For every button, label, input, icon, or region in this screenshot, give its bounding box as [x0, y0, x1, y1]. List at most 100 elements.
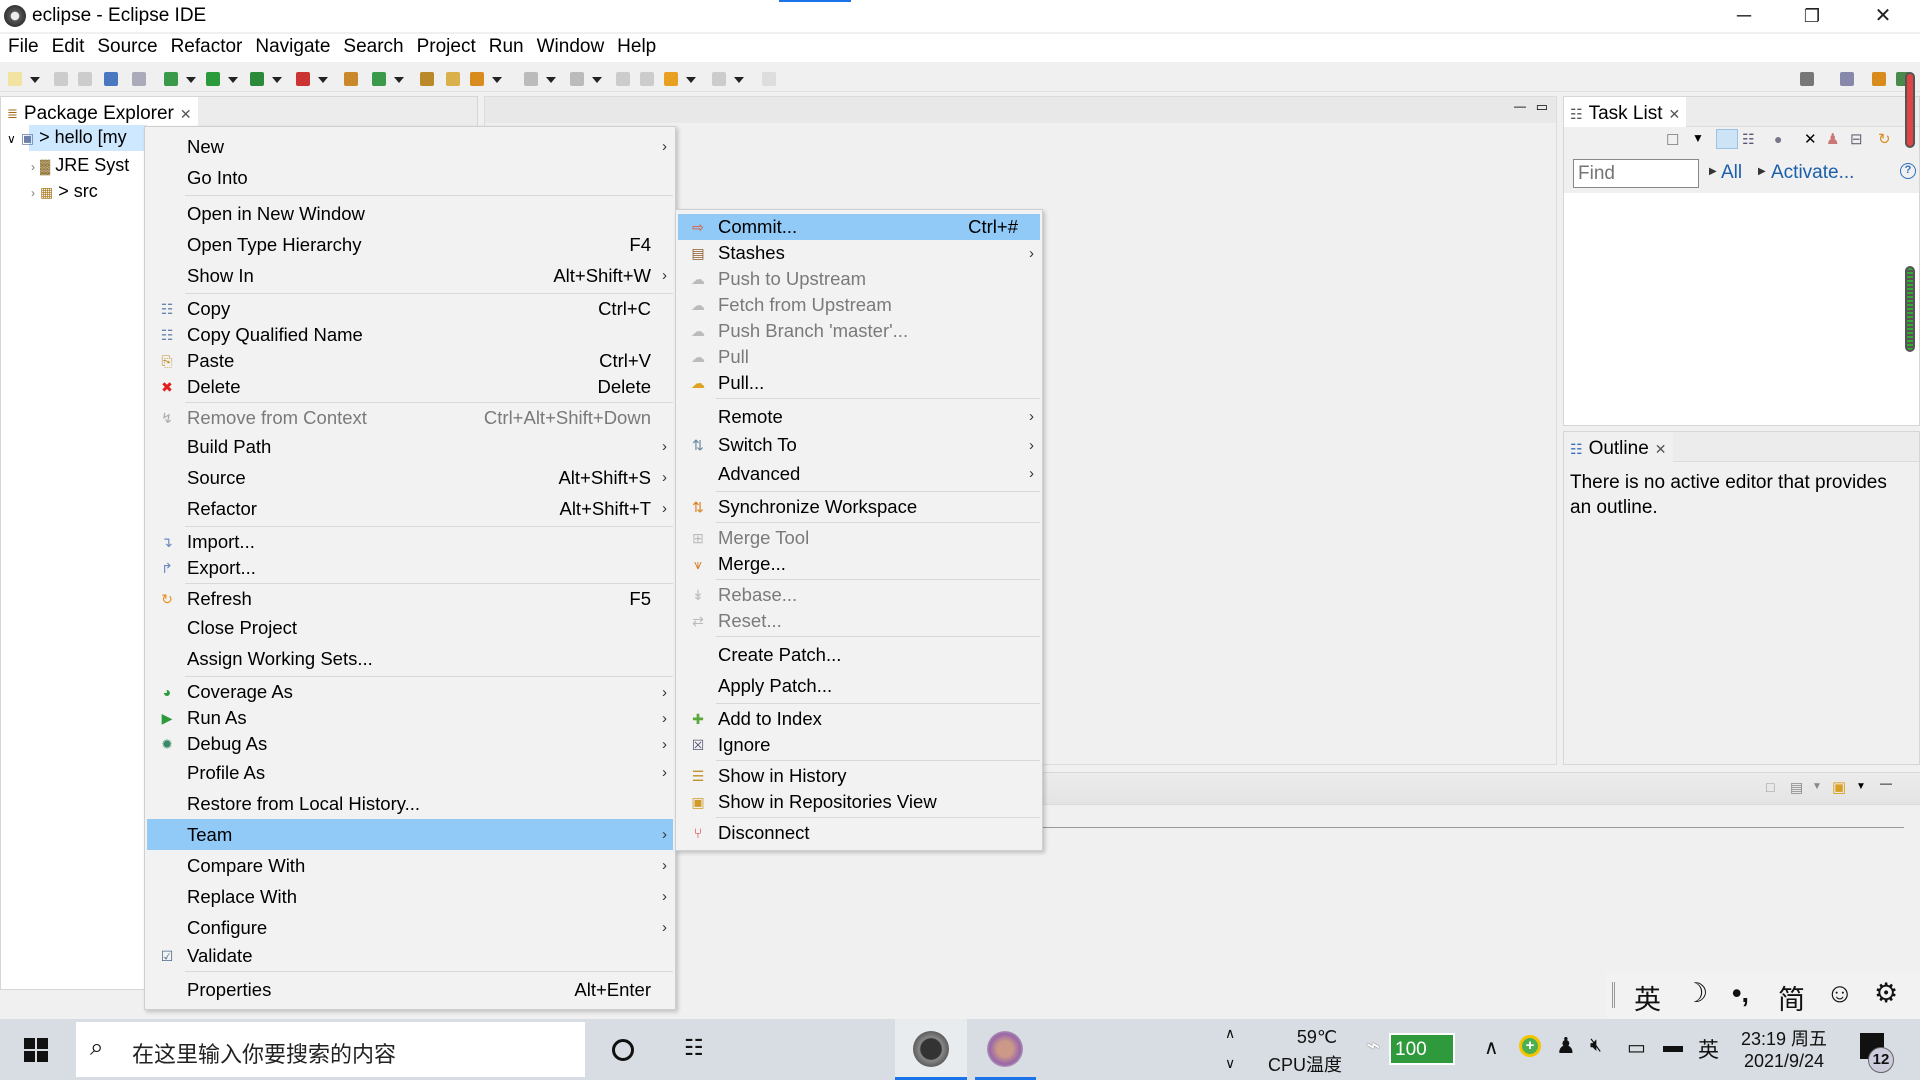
security-app-icon[interactable]: +	[1519, 1035, 1541, 1057]
team-menu-item-show-in-history[interactable]: ☰ Show in History	[678, 763, 1040, 789]
open-resource-icon[interactable]	[446, 72, 460, 86]
menu-window[interactable]: Window	[535, 34, 612, 62]
dropdown-arrow-icon[interactable]	[186, 77, 196, 83]
ime-simplified-toggle[interactable]: 简	[1778, 978, 1805, 1017]
team-menu-item-show-in-repositories-view[interactable]: ▣ Show in Repositories View	[678, 789, 1040, 815]
dropdown-arrow-icon[interactable]	[30, 77, 40, 83]
taskbar-app-browser[interactable]	[975, 1019, 1036, 1080]
menu-source[interactable]: Source	[95, 34, 164, 62]
team-menu-item-commit[interactable]: ⇨ Commit... Ctrl+#	[678, 214, 1040, 240]
hide-completed-icon[interactable]: ✕	[1804, 130, 1817, 148]
java-ee-perspective-icon[interactable]	[1872, 72, 1886, 86]
next-annotation-icon[interactable]	[524, 72, 538, 86]
cortana-button[interactable]	[612, 1039, 634, 1061]
focus-icon[interactable]: ●	[1774, 131, 1782, 147]
ime-drag-handle[interactable]	[1612, 982, 1615, 1008]
open-perspective-icon[interactable]	[1840, 72, 1854, 86]
terminal-icon[interactable]	[104, 72, 118, 86]
activate-link[interactable]: Activate...	[1771, 162, 1854, 184]
task-view-button[interactable]: ☷	[684, 1035, 704, 1061]
search-tb-icon[interactable]	[470, 72, 484, 86]
maximize-icon[interactable]: ▭	[1536, 99, 1548, 115]
menu-help[interactable]: Help	[615, 34, 663, 62]
save-all-icon[interactable]	[78, 72, 92, 86]
display-icon[interactable]: ▤	[1790, 779, 1803, 796]
sync-icon[interactable]: ↻	[1878, 130, 1891, 148]
dropdown-arrow-icon[interactable]	[546, 77, 556, 83]
context-menu-item-copy[interactable]: ☷ Copy Ctrl+C	[147, 296, 673, 322]
ime-punctuation-toggle[interactable]: •,	[1732, 978, 1749, 1009]
menu-navigate[interactable]: Navigate	[253, 34, 337, 62]
skip-breakpoints-icon[interactable]	[132, 72, 146, 86]
team-menu-item-pull[interactable]: ☁ Pull	[678, 344, 1040, 370]
menu-file[interactable]: File	[6, 34, 46, 62]
menu-edit[interactable]: Edit	[50, 34, 92, 62]
close-tab-icon[interactable]: ✕	[1668, 106, 1680, 123]
clock-time[interactable]: 23:19 周五	[1736, 1025, 1832, 1051]
context-menu-item-import[interactable]: ↴ Import...	[147, 529, 673, 555]
minimize-icon[interactable]: —	[1880, 776, 1892, 790]
run-icon[interactable]	[206, 72, 220, 86]
team-menu-item-pull[interactable]: ☁ Pull...	[678, 370, 1040, 396]
tree-item-src[interactable]: › ▦ > src	[31, 181, 98, 202]
context-menu-item-build-path[interactable]: Build Path ›	[147, 431, 673, 462]
team-menu-item-create-patch[interactable]: Create Patch...	[678, 639, 1040, 670]
context-menu-item-open-in-new-window[interactable]: Open in New Window	[147, 198, 673, 229]
dropdown-arrow-icon[interactable]	[318, 77, 328, 83]
qq-icon[interactable]: ♟	[1556, 1033, 1576, 1059]
search-icon[interactable]	[1800, 72, 1814, 86]
menu-run[interactable]: Run	[487, 34, 531, 62]
volume-muted-icon[interactable]: 🔇︎	[1590, 1035, 1602, 1057]
menu-search[interactable]: Search	[341, 34, 410, 62]
tab-package-explorer[interactable]: ≣ Package Explorer ✕	[1, 97, 198, 127]
context-menu-item-properties[interactable]: Properties Alt+Enter	[147, 974, 673, 1005]
context-menu-item-source[interactable]: Source Alt+Shift+S ›	[147, 462, 673, 493]
open-console-icon[interactable]: ▣	[1832, 778, 1846, 796]
taskbar-search-box[interactable]: ⌕ 在这里输入你要搜索的内容	[76, 1022, 585, 1077]
context-menu-item-copy-qualified-name[interactable]: ☷ Copy Qualified Name	[147, 322, 673, 348]
new-java-package-icon[interactable]	[344, 72, 358, 86]
collapse-chevron-icon[interactable]: ›	[31, 160, 35, 174]
forward-icon[interactable]	[712, 72, 726, 86]
collapse-all-icon[interactable]: ⊟	[1850, 130, 1863, 148]
windows-start-button[interactable]	[24, 1038, 48, 1062]
team-menu-item-advanced[interactable]: Advanced ›	[678, 458, 1040, 489]
back-icon[interactable]	[664, 72, 678, 86]
context-menu-item-export[interactable]: ↱ Export...	[147, 555, 673, 581]
tab-outline[interactable]: ☷ Outline ✕	[1564, 432, 1673, 462]
scheduled-view-icon[interactable]: ☷	[1742, 131, 1755, 148]
ime-moon-icon[interactable]: ☽	[1684, 978, 1708, 1009]
team-menu-item-reset[interactable]: ⇄ Reset...	[678, 608, 1040, 634]
close-tab-icon[interactable]: ✕	[1655, 441, 1667, 458]
dropdown-arrow-icon[interactable]: ▼	[1812, 781, 1822, 792]
menu-refactor[interactable]: Refactor	[169, 34, 250, 62]
all-link[interactable]: All	[1721, 162, 1742, 184]
context-menu-item-assign-working-sets[interactable]: Assign Working Sets...	[147, 643, 673, 674]
show-hidden-icons[interactable]: ∧	[1484, 1035, 1499, 1060]
context-menu-item-new[interactable]: New ›	[147, 131, 673, 162]
team-menu-item-disconnect[interactable]: ⑂ Disconnect	[678, 820, 1040, 846]
expand-chevron-icon[interactable]: ∨	[7, 132, 16, 146]
team-menu-item-merge-tool[interactable]: ⊞ Merge Tool	[678, 525, 1040, 551]
save-icon[interactable]	[54, 72, 68, 86]
context-menu-item-coverage-as[interactable]: ◕ Coverage As ›	[147, 679, 673, 705]
context-menu-item-run-as[interactable]: ▶ Run As ›	[147, 705, 673, 731]
categorized-view-icon[interactable]	[1716, 129, 1738, 149]
tab-task-list[interactable]: ☷ Task List ✕	[1564, 97, 1687, 127]
team-menu-item-push-branch-master[interactable]: ☁ Push Branch 'master'...	[678, 318, 1040, 344]
pin-editor-icon[interactable]	[762, 72, 776, 86]
context-menu-item-delete[interactable]: ✖ Delete Delete	[147, 374, 673, 400]
team-menu-item-switch-to[interactable]: ⇅ Switch To ›	[678, 432, 1040, 458]
find-input[interactable]	[1573, 159, 1699, 188]
minimize-button[interactable]: ─	[1714, 0, 1774, 32]
context-menu-item-refresh[interactable]: ↻ Refresh F5	[147, 586, 673, 612]
debug-icon[interactable]	[164, 72, 178, 86]
show-mine-icon[interactable]: ♟	[1826, 130, 1839, 148]
ime-indicator[interactable]: 英	[1698, 1034, 1719, 1064]
new-class-icon[interactable]	[372, 72, 386, 86]
team-menu-item-rebase[interactable]: ↡ Rebase...	[678, 582, 1040, 608]
team-menu-item-apply-patch[interactable]: Apply Patch...	[678, 670, 1040, 701]
dropdown-arrow-icon[interactable]: ▼	[1856, 781, 1866, 792]
new-icon[interactable]	[8, 72, 22, 86]
dropdown-arrow-icon[interactable]	[492, 77, 502, 83]
